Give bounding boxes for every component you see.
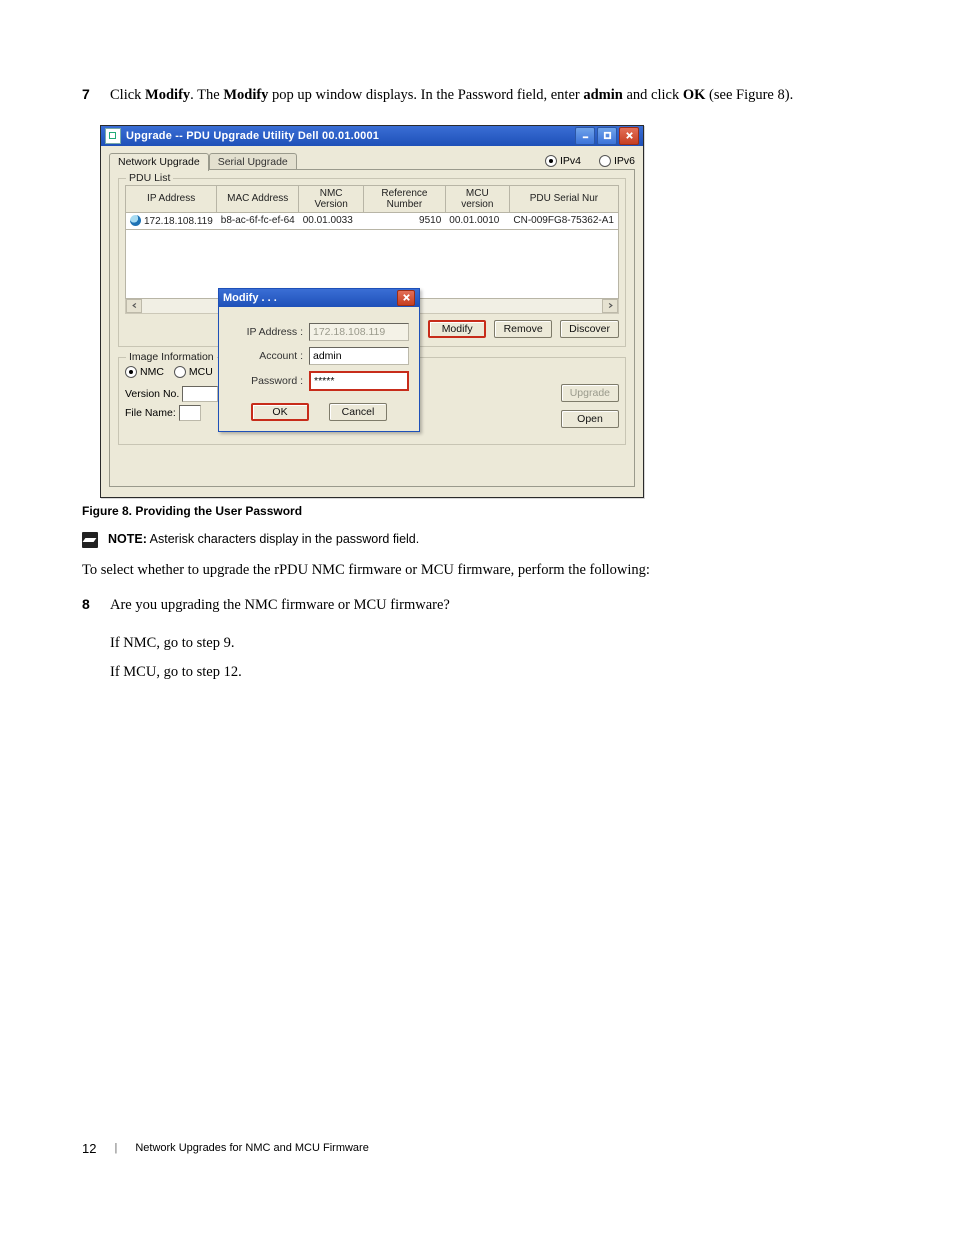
step-8: 8 Are you upgrading the NMC firmware or … xyxy=(82,595,872,617)
table-row[interactable]: 172.18.108.119 b8-ac-6f-fc-ef-64 00.01.0… xyxy=(126,212,619,229)
col-serial[interactable]: PDU Serial Nur xyxy=(509,185,618,212)
step-text: Are you upgrading the NMC firmware or MC… xyxy=(110,595,450,617)
close-button[interactable] xyxy=(619,127,639,145)
radio-ipv4[interactable]: IPv4 xyxy=(545,155,581,167)
footer-title: Network Upgrades for NMC and MCU Firmwar… xyxy=(135,1142,369,1154)
body-paragraph: To select whether to upgrade the rPDU NM… xyxy=(82,562,872,579)
pdu-table: IP Address MAC Address NMC Version Refer… xyxy=(125,185,619,230)
app-icon xyxy=(105,128,121,144)
ip-address-field: 172.18.108.119 xyxy=(309,323,409,341)
image-info-legend: Image Information xyxy=(126,351,217,363)
step-8-sub1: If NMC, go to step 9. xyxy=(110,635,872,652)
modify-button[interactable]: Modify xyxy=(428,320,486,338)
note-icon xyxy=(82,532,98,548)
radio-nmc[interactable]: NMC xyxy=(125,366,164,378)
col-nmc[interactable]: NMC Version xyxy=(299,185,364,212)
figure-caption: Figure 8. Providing the User Password xyxy=(82,504,872,518)
modify-dialog: Modify . . . IP Address : 172.18.108.119… xyxy=(218,288,420,432)
page-number: 12 xyxy=(82,1141,96,1156)
ok-button[interactable]: OK xyxy=(251,403,309,421)
radio-ipv6[interactable]: IPv6 xyxy=(599,155,635,167)
scroll-left-button[interactable] xyxy=(126,299,142,313)
dialog-titlebar: Modify . . . xyxy=(219,289,419,307)
upgrade-button[interactable]: Upgrade xyxy=(561,384,619,402)
open-button[interactable]: Open xyxy=(561,410,619,428)
minimize-button[interactable] xyxy=(575,127,595,145)
step-number: 8 xyxy=(82,595,110,617)
pdu-list-legend: PDU List xyxy=(126,172,173,184)
radio-mcu[interactable]: MCU xyxy=(174,366,213,378)
window-title: Upgrade -- PDU Upgrade Utility Dell 00.0… xyxy=(126,130,575,142)
password-field[interactable]: ***** xyxy=(309,371,409,391)
discover-button[interactable]: Discover xyxy=(560,320,619,338)
step-text: Click Modify. The Modify pop up window d… xyxy=(110,85,793,107)
step-number: 7 xyxy=(82,85,110,107)
account-label: Account : xyxy=(229,350,303,362)
ip-address-label: IP Address : xyxy=(229,326,303,338)
step-8-sub2: If MCU, go to step 12. xyxy=(110,664,872,681)
col-mac[interactable]: MAC Address xyxy=(217,185,299,212)
password-label: Password : xyxy=(229,375,303,387)
col-ip[interactable]: IP Address xyxy=(126,185,217,212)
cancel-button[interactable]: Cancel xyxy=(329,403,387,421)
page-footer: 12 | Network Upgrades for NMC and MCU Fi… xyxy=(82,1141,872,1156)
maximize-button[interactable] xyxy=(597,127,617,145)
account-field[interactable]: admin xyxy=(309,347,409,365)
note: NOTE: Asterisk characters display in the… xyxy=(82,532,872,548)
globe-icon xyxy=(130,215,141,226)
scroll-right-button[interactable] xyxy=(602,299,618,313)
figure-8-screenshot: Upgrade -- PDU Upgrade Utility Dell 00.0… xyxy=(100,125,872,498)
tab-network-upgrade[interactable]: Network Upgrade xyxy=(109,153,209,171)
titlebar: Upgrade -- PDU Upgrade Utility Dell 00.0… xyxy=(101,126,643,146)
col-ref[interactable]: Reference Number xyxy=(364,185,446,212)
dialog-close-button[interactable] xyxy=(397,290,415,306)
remove-button[interactable]: Remove xyxy=(494,320,552,338)
col-mcu[interactable]: MCU version xyxy=(445,185,509,212)
app-window: Upgrade -- PDU Upgrade Utility Dell 00.0… xyxy=(100,125,644,498)
step-7: 7 Click Modify. The Modify pop up window… xyxy=(82,85,872,107)
